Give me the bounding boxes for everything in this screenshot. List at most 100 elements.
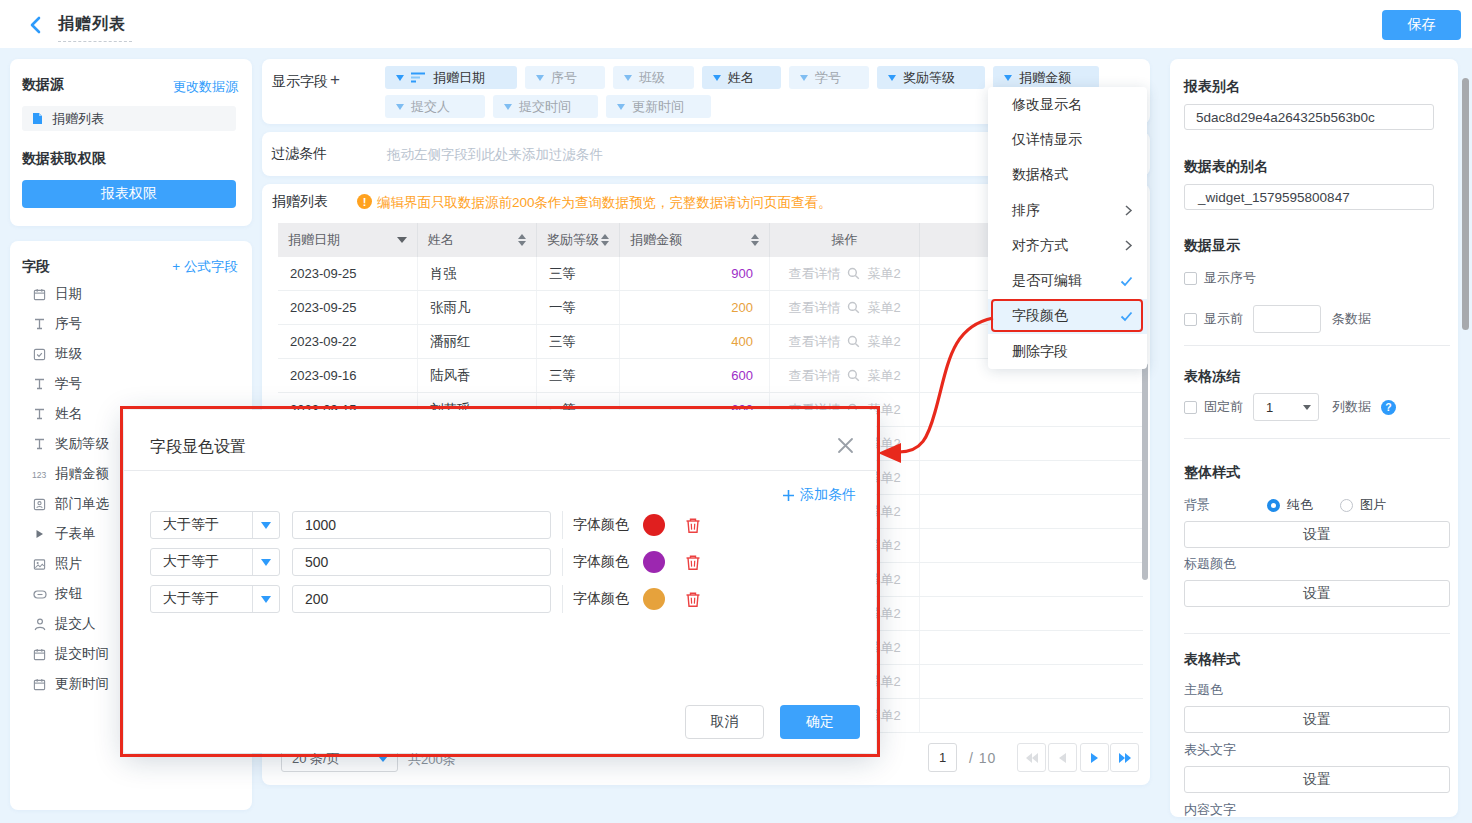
table-header-cell[interactable]: 操作 [770,223,920,257]
menu-item[interactable]: 修改显示名 [988,87,1147,122]
condition-value-input[interactable]: 1000 [292,511,551,539]
field-item[interactable]: 日期 [10,279,252,309]
display-field-chip[interactable]: 更新时间 [606,95,711,118]
bg-image-radio[interactable] [1340,499,1353,512]
add-display-field-button[interactable]: + [330,70,340,90]
menu2-link[interactable]: 菜单2 [867,265,900,283]
table-header-cell[interactable]: 姓名 [418,223,537,257]
sort-icon[interactable] [518,234,526,246]
theme-color-label: 主题色 [1184,681,1223,699]
chip-label: 捐赠金额 [1019,69,1071,87]
header-text-setting-button[interactable]: 设置 [1184,766,1450,793]
show-index-checkbox[interactable] [1184,272,1197,285]
display-field-chip[interactable]: 学号 [789,66,869,89]
table-alias-label: 数据表的别名 [1184,158,1268,176]
menu2-link[interactable]: 菜单2 [867,367,900,385]
document-icon [31,112,44,125]
menu-item[interactable]: 字段颜色 [988,299,1147,334]
show-first-checkbox[interactable] [1184,313,1197,326]
chevron-right-icon [1090,752,1099,764]
display-field-chip[interactable]: 姓名 [702,66,781,89]
show-first-count-input[interactable] [1253,305,1321,333]
display-field-chip[interactable]: 提交人 [385,95,485,118]
add-condition-link[interactable]: 添加条件 [782,486,856,504]
color-swatch[interactable] [643,514,665,536]
view-detail-link[interactable]: 查看详情 [788,367,840,385]
next-page-button[interactable] [1080,743,1109,772]
trash-icon[interactable] [685,554,701,571]
operator-select[interactable]: 大于等于 [150,548,280,576]
condition-value-input[interactable]: 500 [292,548,551,576]
display-field-chip[interactable]: 捐赠金额 [993,66,1099,89]
table-header-cell[interactable]: 捐赠金额 [620,223,770,257]
first-page-button[interactable] [1017,743,1046,772]
table-header-cell[interactable]: 捐赠日期 [278,223,418,257]
view-detail-link[interactable]: 查看详情 [788,265,840,283]
prev-page-button[interactable] [1048,743,1077,772]
operator-select[interactable]: 大于等于 [150,585,280,613]
operator-select[interactable]: 大于等于 [150,511,280,539]
datasource-item[interactable]: 捐赠列表 [22,106,236,131]
trash-icon[interactable] [685,517,701,534]
field-item[interactable]: 学号 [10,369,252,399]
magnifier-icon[interactable] [847,369,860,382]
menu-item[interactable]: 数据格式 [988,158,1147,193]
menu-item[interactable]: 是否可编辑 [988,263,1147,298]
view-detail-link[interactable]: 查看详情 [788,333,840,351]
view-detail-link[interactable]: 查看详情 [788,299,840,317]
window-scrollbar[interactable] [1462,78,1469,330]
trash-icon[interactable] [685,591,701,608]
help-icon[interactable]: ? [1381,400,1396,415]
page-number-input[interactable]: 1 [928,743,957,772]
field-item[interactable]: 序号 [10,309,252,339]
sort-desc-icon[interactable] [397,237,407,243]
menu2-link[interactable]: 菜单2 [867,299,900,317]
filter-label: 过滤条件 [271,145,327,163]
menu-item[interactable]: 仅详情显示 [988,122,1147,157]
show-first-row: 显示前 条数据 [1184,305,1371,333]
table-scrollbar[interactable] [1142,363,1148,580]
menu2-link[interactable]: 菜单2 [867,333,900,351]
report-permission-button[interactable]: 报表权限 [22,180,236,208]
operator-value: 大于等于 [151,590,252,608]
freeze-checkbox[interactable] [1184,401,1197,414]
magnifier-icon[interactable] [847,301,860,314]
confirm-button[interactable]: 确定 [780,705,860,739]
freeze-count-select[interactable]: 1 [1253,393,1319,421]
background-setting-button[interactable]: 设置 [1184,521,1450,548]
filter-placeholder[interactable]: 拖动左侧字段到此处来添加过滤条件 [387,146,603,164]
add-formula-field-link[interactable]: + 公式字段 [172,258,238,276]
table-header-cell[interactable]: 奖励等级 [537,223,620,257]
magnifier-icon[interactable] [847,335,860,348]
change-datasource-link[interactable]: 更改数据源 [173,78,238,96]
cancel-button[interactable]: 取消 [685,705,764,739]
table-cell [920,529,1143,562]
sort-icon[interactable] [751,234,759,246]
bg-solid-radio[interactable] [1267,499,1280,512]
display-field-chip[interactable]: 提交时间 [493,95,598,118]
menu-item[interactable]: 删除字段 [988,334,1147,369]
display-field-chip[interactable]: 班级 [613,66,694,89]
theme-color-setting-button[interactable]: 设置 [1184,706,1450,733]
chip-label: 更新时间 [632,98,684,116]
magnifier-icon[interactable] [847,267,860,280]
color-swatch[interactable] [643,551,665,573]
condition-value-input[interactable]: 200 [292,585,551,613]
report-alias-input[interactable]: 5dac8d29e4a264325b563b0c [1184,104,1434,130]
menu-item[interactable]: 对齐方式 [988,228,1147,263]
title-color-setting-button[interactable]: 设置 [1184,580,1450,607]
field-item[interactable]: 班级 [10,339,252,369]
save-button[interactable]: 保存 [1382,10,1461,40]
display-field-chip[interactable]: 序号 [525,66,605,89]
display-field-chip[interactable]: 捐赠日期 [385,66,517,89]
back-button[interactable] [26,15,46,35]
close-icon[interactable] [837,437,854,454]
table-alias-input[interactable]: _widget_1579595800847 [1184,184,1434,210]
last-page-button[interactable] [1110,743,1139,772]
column-label: 捐赠金额 [630,231,682,249]
chevron-down-icon [504,104,512,110]
menu-item[interactable]: 排序 [988,193,1147,228]
color-swatch[interactable] [643,588,665,610]
display-field-chip[interactable]: 奖励等级 [877,66,985,89]
sort-icon[interactable] [601,234,609,246]
